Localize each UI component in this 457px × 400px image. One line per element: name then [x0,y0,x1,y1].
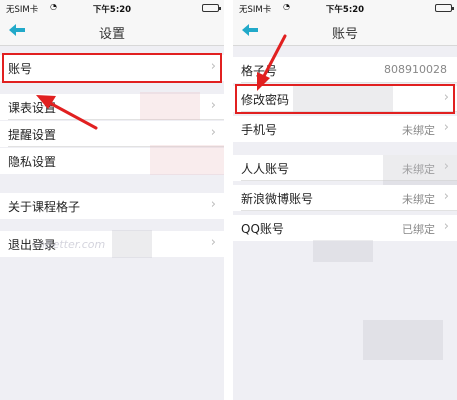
watermark-text: cnBetter.com [32,238,106,251]
chevron-right-icon: › [443,219,449,234]
watermark-blur [313,240,373,262]
menu-item-label: 关于课程格子 [8,200,81,214]
account-item-value: 未绑定 [402,193,435,206]
watermark-blur [150,145,224,175]
watermark-blur [383,155,457,185]
menu-item-label: 隐私设置 [8,155,57,169]
chevron-right-icon: › [210,197,216,212]
account-item-value: 未绑定 [402,124,435,137]
account-item-label: 手机号 [241,123,278,137]
account-item-label: 新浪微博账号 [241,192,314,206]
panel-divider [224,0,233,400]
pointer-arrow-icon [257,34,287,91]
chevron-right-icon: › [443,189,449,204]
watermark-blur [363,320,443,360]
account-item-label: 人人账号 [241,162,290,176]
watermark-blur [112,230,152,258]
account-screen: 无SIM卡 ◔ 下午5:20 账号 格子号 808910028 修改密码 › 手… [233,0,457,400]
account-item-label: QQ账号 [241,222,284,236]
chevron-right-icon: › [210,235,216,250]
settings-screen: 无SIM卡 ◔ 下午5:20 设置 账号 › 课表设置 › 提醒设置 › 隐私设… [0,0,224,400]
account-item-weibo[interactable]: 新浪微博账号 未绑定 › [233,185,457,211]
account-item-value: 已绑定 [402,223,435,236]
account-item-phone[interactable]: 手机号 未绑定 › [233,116,457,142]
pointer-arrow-icon [36,95,98,130]
chevron-right-icon: › [443,120,449,135]
account-item-qq[interactable]: QQ账号 已绑定 › [233,215,457,241]
menu-item-about[interactable]: 关于课程格子 › [0,193,224,219]
row-separator [241,210,457,211]
